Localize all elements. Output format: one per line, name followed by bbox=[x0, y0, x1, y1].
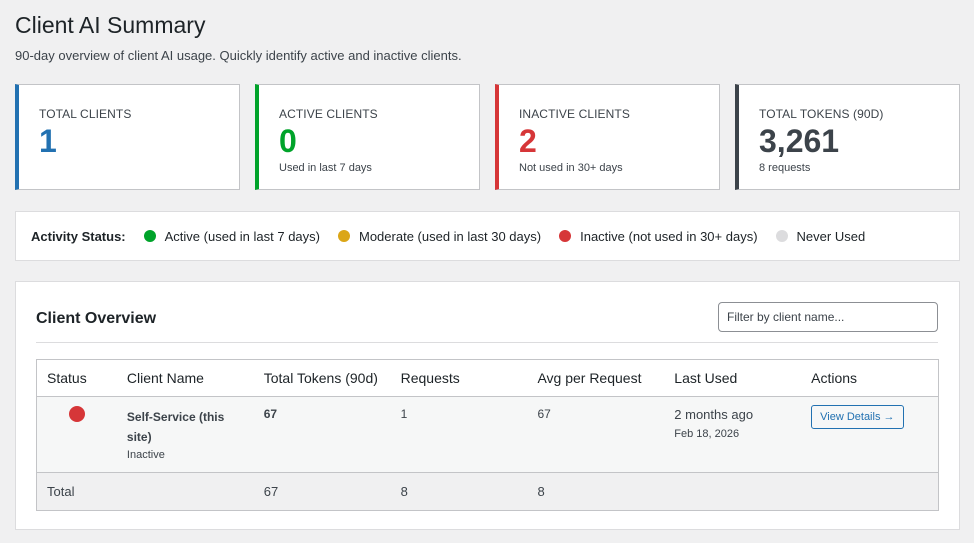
table-row: Self-Service (this site) Inactive 67 1 6… bbox=[37, 397, 938, 473]
view-details-button[interactable]: View Details → bbox=[811, 405, 904, 429]
legend-label: Active (used in last 7 days) bbox=[164, 228, 320, 244]
legend-label: Inactive (not used in 30+ days) bbox=[580, 228, 758, 244]
client-filter-input[interactable] bbox=[718, 302, 938, 332]
card-value: 3,261 bbox=[759, 123, 840, 159]
legend-title: Activity Status: bbox=[31, 228, 126, 244]
green-dot-icon bbox=[143, 230, 156, 242]
divider bbox=[36, 342, 938, 343]
page-subtitle: 90-day overview of client AI usage. Quic… bbox=[15, 48, 462, 63]
last-used-date: Feb 18, 2026 bbox=[674, 428, 740, 440]
card-label: TOTAL TOKENS (90D) bbox=[759, 107, 884, 121]
col-header-actions: Actions bbox=[811, 370, 858, 386]
yellow-dot-icon bbox=[338, 230, 350, 242]
panel-title: Client Overview bbox=[36, 310, 157, 327]
footer-avg: 8 bbox=[537, 484, 545, 499]
legend-label: Moderate (used in last 30 days) bbox=[359, 228, 542, 244]
legend-item-active: Active (used in last 7 days) bbox=[143, 228, 320, 244]
card-label: TOTAL CLIENTS bbox=[39, 107, 132, 121]
gray-dot-icon bbox=[775, 230, 788, 242]
total-tokens-card: TOTAL TOKENS (90D) 3,261 8 requests bbox=[735, 84, 960, 190]
actions-cell: View Details → bbox=[811, 405, 938, 472]
table-header: Status Client Name Total Tokens (90d) Re… bbox=[37, 360, 938, 397]
client-name: Self-Service (this site) bbox=[126, 410, 225, 444]
legend-item-inactive: Inactive (not used in 30+ days) bbox=[559, 228, 758, 244]
col-header-client-name[interactable]: Client Name bbox=[127, 370, 264, 386]
total-clients-card: TOTAL CLIENTS 1 bbox=[15, 84, 240, 190]
red-dot-icon bbox=[559, 230, 572, 242]
footer-label: Total bbox=[47, 484, 75, 499]
col-header-last-used[interactable]: Last Used bbox=[674, 370, 811, 386]
avg-cell: 67 bbox=[537, 407, 551, 421]
requests-cell: 1 bbox=[400, 407, 408, 421]
inactive-clients-card: INACTIVE CLIENTS 2 Not used in 30+ days bbox=[495, 84, 720, 190]
active-clients-card: ACTIVE CLIENTS 0 Used in last 7 days bbox=[255, 84, 480, 190]
last-used-cell: 2 months ago Feb 18, 2026 bbox=[674, 407, 811, 472]
footer-total-tokens: 67 bbox=[263, 484, 279, 499]
activity-status-legend: Activity Status: Active (used in last 7 … bbox=[15, 211, 960, 261]
client-status: Inactive bbox=[126, 449, 165, 461]
card-label: ACTIVE CLIENTS bbox=[279, 107, 378, 121]
client-overview-panel: Client Overview Status Client Name Total… bbox=[15, 281, 960, 530]
footer-requests: 8 bbox=[400, 484, 408, 499]
col-header-status[interactable]: Status bbox=[37, 370, 127, 386]
col-header-avg[interactable]: Avg per Request bbox=[537, 370, 674, 386]
col-header-requests[interactable]: Requests bbox=[401, 370, 538, 386]
card-value: 2 bbox=[519, 123, 537, 159]
card-note: 8 requests bbox=[759, 162, 811, 174]
card-note: Used in last 7 days bbox=[279, 162, 372, 174]
page-title: Client AI Summary bbox=[15, 12, 206, 38]
total-tokens-cell: 67 bbox=[263, 407, 278, 421]
col-header-total-tokens[interactable]: Total Tokens (90d) bbox=[264, 370, 401, 386]
client-name-cell: Self-Service (this site) Inactive bbox=[127, 407, 264, 472]
legend-label: Never Used bbox=[796, 228, 866, 244]
client-table: Status Client Name Total Tokens (90d) Re… bbox=[36, 359, 939, 511]
card-label: INACTIVE CLIENTS bbox=[519, 107, 630, 121]
status-cell bbox=[37, 406, 127, 472]
legend-item-moderate: Moderate (used in last 30 days) bbox=[338, 229, 541, 244]
last-used-relative: 2 months ago bbox=[674, 407, 754, 422]
table-footer: Total 67 8 8 bbox=[37, 473, 938, 510]
legend-item-never-used: Never Used bbox=[775, 228, 866, 244]
status-dot-icon bbox=[69, 406, 85, 422]
card-note: Not used in 30+ days bbox=[519, 162, 623, 174]
card-value: 1 bbox=[39, 123, 57, 159]
card-value: 0 bbox=[279, 123, 297, 159]
